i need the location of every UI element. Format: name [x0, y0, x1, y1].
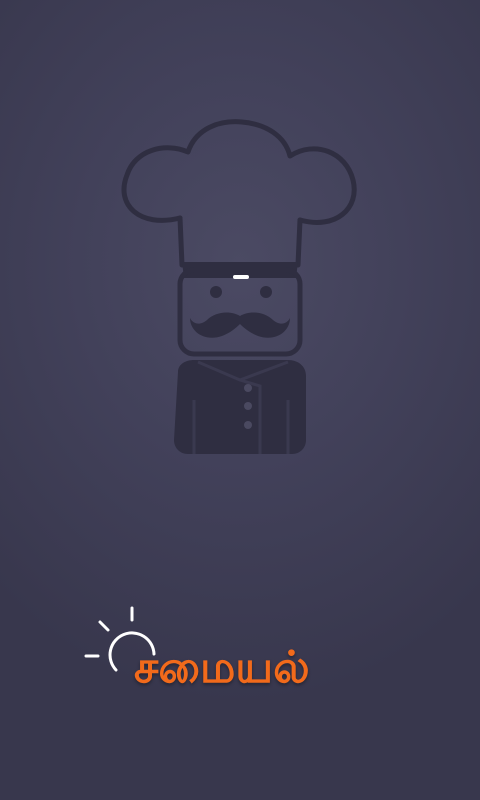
chef-icon — [110, 110, 370, 470]
splash-screen: சமையல் — [0, 0, 480, 800]
app-logo: சமையல் — [80, 600, 400, 710]
app-title: சமையல் — [134, 642, 310, 693]
